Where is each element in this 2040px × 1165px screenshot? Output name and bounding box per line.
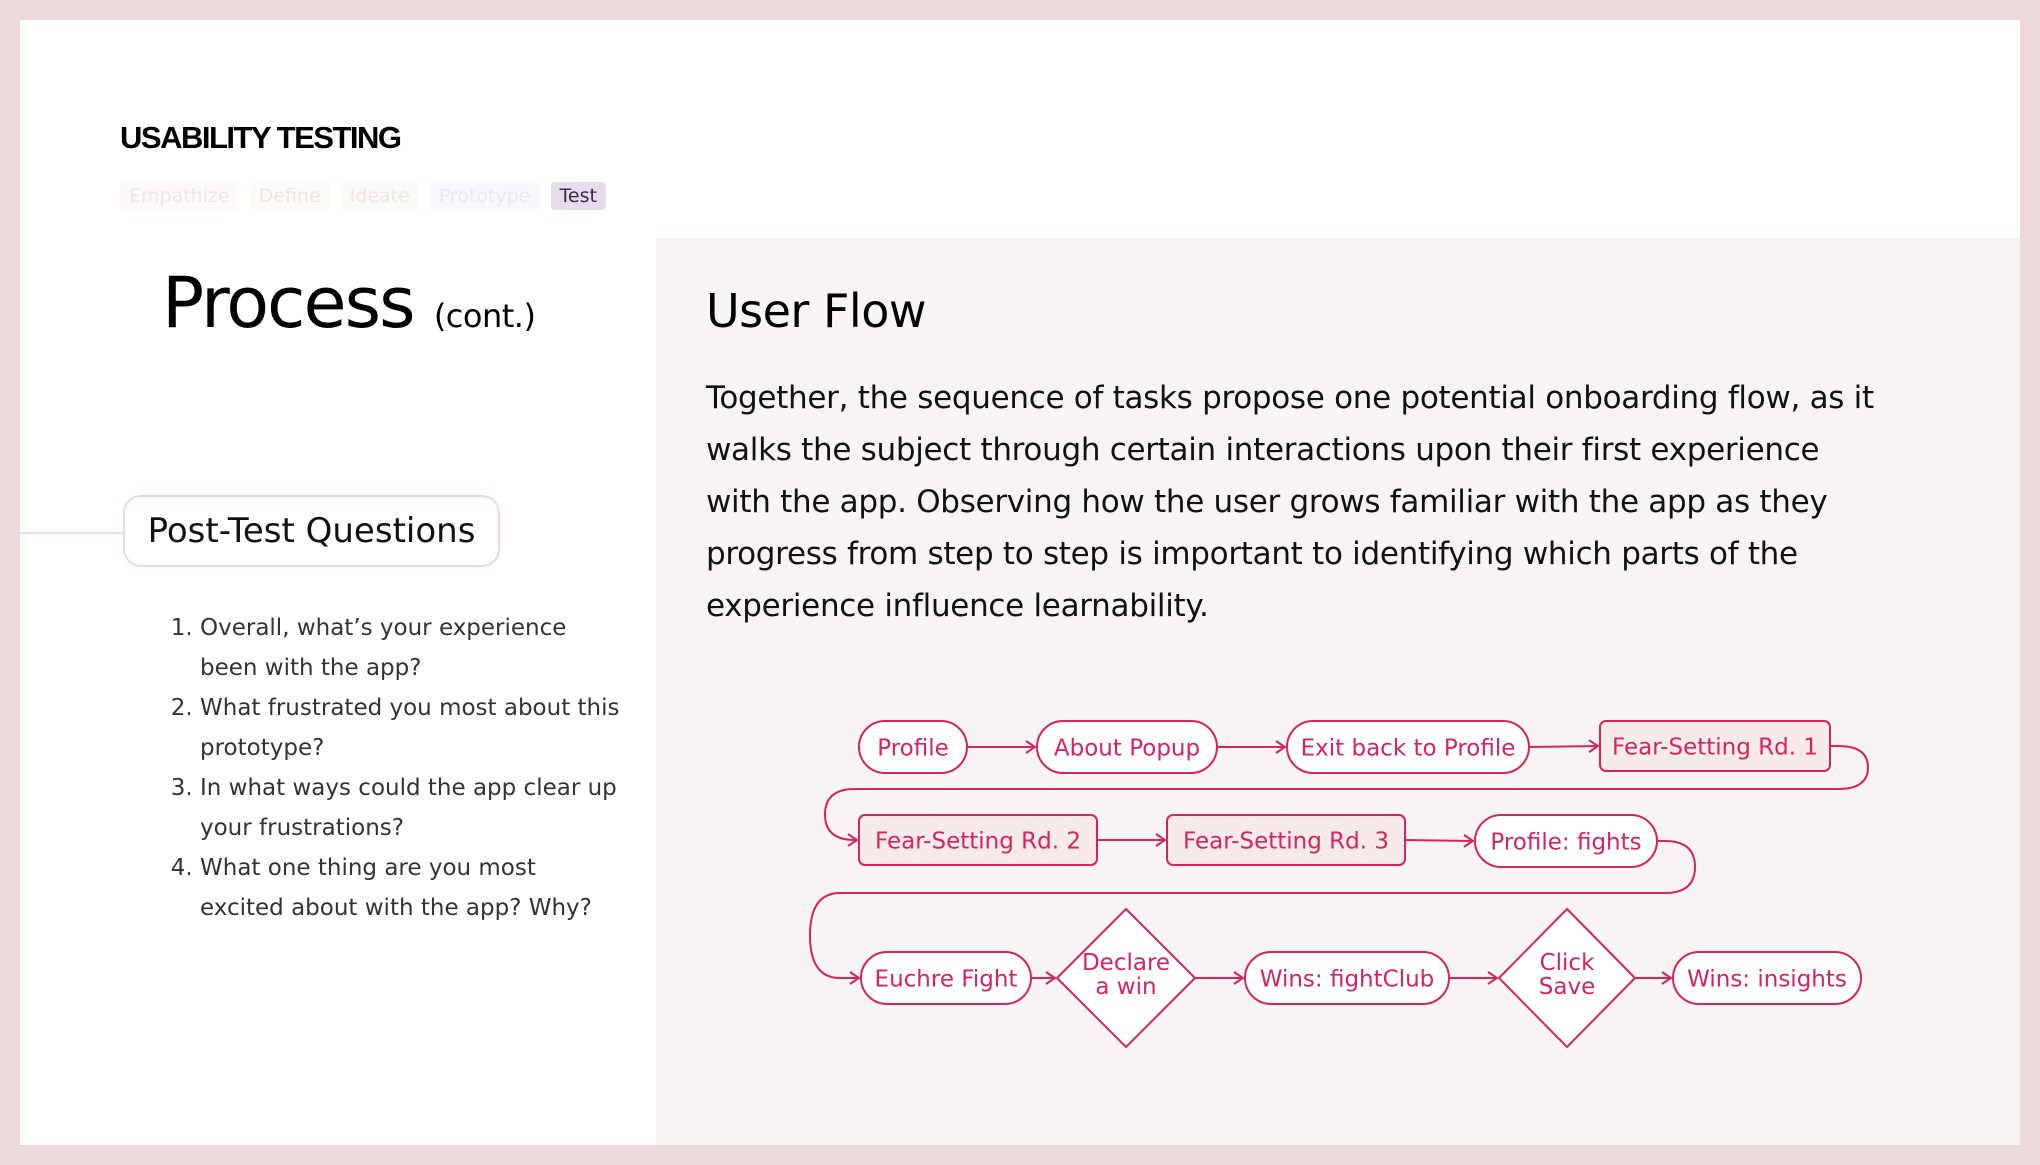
flow-node-label: Fear-Setting Rd. 1 — [1612, 735, 1818, 761]
flow-node-label: Exit back to Profile — [1301, 736, 1516, 762]
flow-node-label: Profile — [877, 736, 949, 762]
flow-node-label: Save — [1539, 974, 1595, 1000]
flow-node-label: Click — [1540, 950, 1595, 976]
flow-node-about-popup: About Popup — [1036, 720, 1218, 774]
flow-node-click-save: ClickSave — [1497, 907, 1637, 1049]
flow-node-label: Profile: fights — [1490, 830, 1641, 856]
flow-arrow-n6-n7 — [1404, 834, 1475, 848]
flow-node-fear-setting-rd-3: Fear-Setting Rd. 3 — [1166, 814, 1406, 866]
flow-node-label: Fear-Setting Rd. 2 — [875, 829, 1081, 855]
flow-node-label: Euchre Fight — [875, 967, 1018, 993]
flow-node-euchre-fight: Euchre Fight — [860, 951, 1032, 1005]
flow-node-profile-fights: Profile: fights — [1474, 814, 1658, 868]
flow-node-label: Fear-Setting Rd. 3 — [1183, 829, 1389, 855]
flow-node-label: Wins: insights — [1687, 967, 1847, 993]
flow-node-fear-setting-rd-2: Fear-Setting Rd. 2 — [858, 814, 1098, 866]
flow-node-wins-fightclub: Wins: fightClub — [1244, 951, 1450, 1005]
flow-arrow-n3-n4 — [1528, 739, 1600, 753]
flow-node-label: Wins: fightClub — [1260, 967, 1435, 993]
flow-node-declare-a-win: Declarea win — [1055, 907, 1197, 1049]
flow-node-wins-insights: Wins: insights — [1672, 951, 1862, 1005]
flow-node-exit-back-to-profile: Exit back to Profile — [1286, 720, 1530, 774]
flow-node-profile: Profile — [858, 720, 968, 774]
flow-node-label: About Popup — [1054, 736, 1200, 762]
flow-node-label: a win — [1095, 974, 1156, 1000]
flow-node-fear-setting-rd-1: Fear-Setting Rd. 1 — [1599, 720, 1831, 772]
flow-node-label: Declare — [1082, 950, 1170, 976]
user-flow-diagram: Profile About Popup Exit back to Profile Fe… — [808, 720, 1870, 1049]
